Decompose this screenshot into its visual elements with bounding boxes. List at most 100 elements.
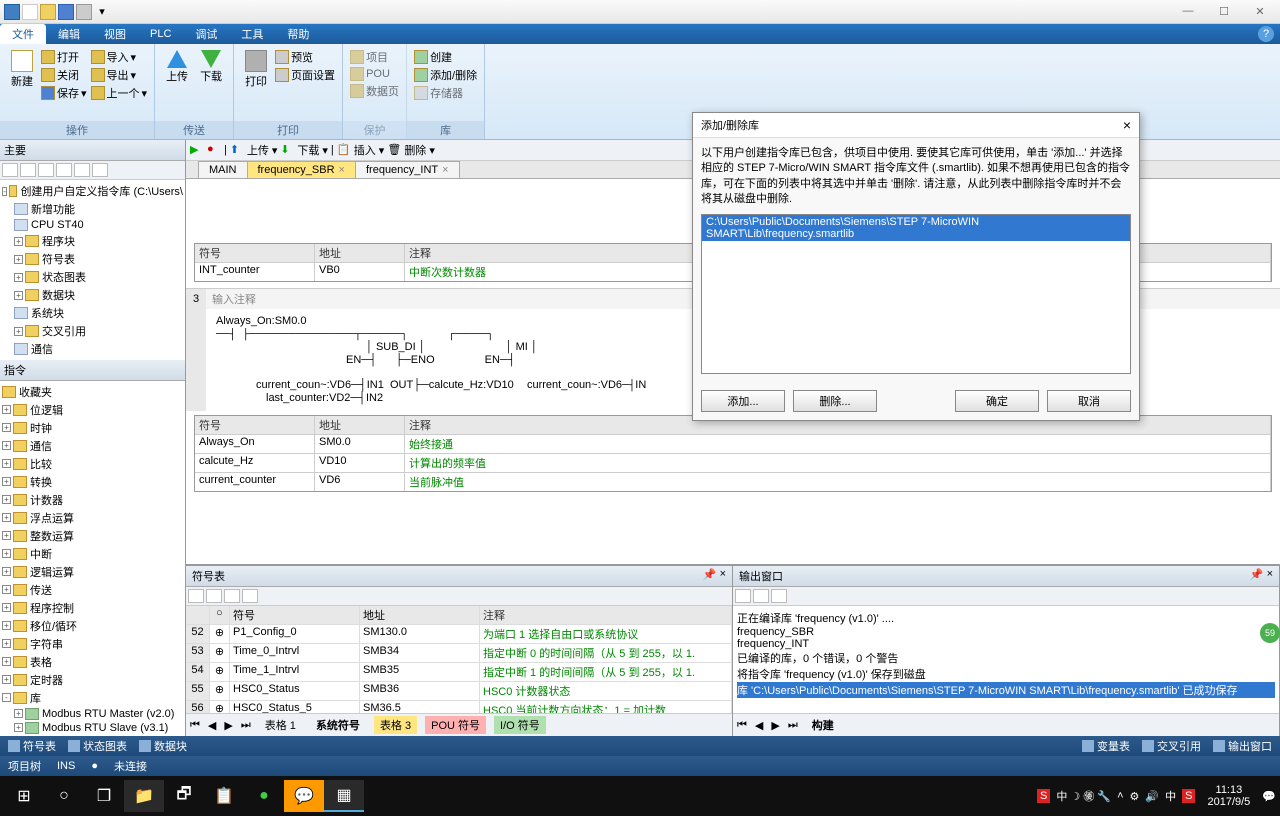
tree-item[interactable]: 库 xyxy=(30,690,41,706)
browser-icon[interactable]: ● xyxy=(244,780,284,812)
sbtool-icon[interactable] xyxy=(56,163,72,177)
menu-help[interactable]: 帮助 xyxy=(275,24,321,44)
app-task-icon[interactable]: ▦ xyxy=(324,780,364,812)
pin-icon[interactable]: 📌 xyxy=(703,568,717,584)
close-icon[interactable]: × xyxy=(442,164,448,176)
tree-item[interactable]: 中断 xyxy=(30,546,52,562)
tree-item[interactable]: 交叉引用 xyxy=(42,323,86,339)
minimize-button[interactable]: — xyxy=(1172,5,1204,18)
nav-next-icon[interactable]: ▶ xyxy=(771,719,779,732)
tree-item[interactable]: 移位/循环 xyxy=(30,618,77,634)
save-button[interactable]: 保存▾ xyxy=(40,84,88,102)
tree-item[interactable]: 定时器 xyxy=(30,672,63,688)
run-icon[interactable]: ▶ xyxy=(190,143,204,157)
menu-debug[interactable]: 调试 xyxy=(183,24,229,44)
menu-file[interactable]: 文件 xyxy=(0,24,46,44)
tree-lib[interactable]: Modbus RTU Master (v2.0) xyxy=(42,708,174,720)
help-icon[interactable]: ? xyxy=(1258,26,1274,42)
clock[interactable]: 11:132017/9/5 xyxy=(1201,784,1256,808)
import-button[interactable]: 导入▾ xyxy=(90,48,149,66)
tree-item[interactable]: 程序块 xyxy=(42,233,75,249)
close-icon[interactable]: × xyxy=(339,164,345,176)
down-icon[interactable]: ⬇ xyxy=(280,143,294,157)
btab[interactable]: 数据块 xyxy=(139,738,187,754)
tree-item[interactable]: 计数器 xyxy=(30,492,63,508)
create-lib-button[interactable]: 创建 xyxy=(413,48,478,66)
btab[interactable]: 符号表 xyxy=(8,738,56,754)
up-icon[interactable]: ⬆ xyxy=(230,143,244,157)
preview-button[interactable]: 预览 xyxy=(274,48,336,66)
foot-tab[interactable]: 表格 1 xyxy=(259,716,302,734)
nav-last-icon[interactable]: ⏭ xyxy=(241,719,251,732)
tree-item[interactable]: CPU ST40 xyxy=(31,219,84,231)
pagesetup-button[interactable]: 页面设置 xyxy=(274,66,336,84)
wechat-icon[interactable]: 💬 xyxy=(284,780,324,812)
sbtool-icon[interactable] xyxy=(20,163,36,177)
tree-item[interactable]: 字符串 xyxy=(30,636,63,652)
ime2-text[interactable]: 中 xyxy=(1165,788,1176,804)
close-icon[interactable]: × xyxy=(1267,568,1273,584)
tree-lib[interactable]: Modbus RTU Slave (v3.1) xyxy=(42,722,168,734)
btab[interactable]: 输出窗口 xyxy=(1213,738,1272,754)
taskview-icon[interactable]: ❐ xyxy=(84,780,124,812)
volume-icon[interactable]: 🔊 xyxy=(1145,790,1159,803)
menu-edit[interactable]: 编辑 xyxy=(46,24,92,44)
qat-save-icon[interactable] xyxy=(58,4,74,20)
stop-icon[interactable]: ● xyxy=(207,143,221,157)
symbol-table[interactable]: ○符号地址注释 52⊕P1_Config_0SM130.0为端口 1 选择自由口… xyxy=(186,606,732,713)
upload-button[interactable]: 上传 xyxy=(161,48,193,86)
tree-item[interactable]: 新增功能 xyxy=(31,201,75,217)
add-button[interactable]: 添加... xyxy=(701,390,785,412)
tree-item[interactable]: 数据块 xyxy=(42,287,75,303)
ptool-icon[interactable] xyxy=(224,589,240,603)
sogou-icon[interactable]: S xyxy=(1182,789,1195,803)
tree-item[interactable]: 时钟 xyxy=(30,420,52,436)
print-button[interactable]: 打印 xyxy=(240,48,272,91)
btab[interactable]: 交叉引用 xyxy=(1142,738,1201,754)
tree-item[interactable]: 整数运算 xyxy=(30,528,74,544)
tree-item[interactable]: 位逻辑 xyxy=(30,402,63,418)
foot-tab[interactable]: I/O 符号 xyxy=(494,716,546,734)
qat-open-icon[interactable] xyxy=(40,4,56,20)
nav-first-icon[interactable]: ⏮ xyxy=(190,719,200,732)
download-button[interactable]: 下载 xyxy=(195,48,227,86)
export-button[interactable]: 导出▾ xyxy=(90,66,149,84)
tree-item[interactable]: 系统块 xyxy=(31,305,64,321)
explorer-icon[interactable]: 📁 xyxy=(124,780,164,812)
nav-next-icon[interactable]: ▶ xyxy=(224,719,232,732)
foot-tab[interactable]: POU 符号 xyxy=(425,716,486,734)
ptool-icon[interactable] xyxy=(735,589,751,603)
foot-tab[interactable]: 表格 3 xyxy=(374,716,417,734)
ime-icon[interactable]: S xyxy=(1037,789,1050,803)
sbtool-icon[interactable] xyxy=(2,163,18,177)
pin-icon[interactable]: 📌 xyxy=(1250,568,1264,584)
dialog-close-icon[interactable]: × xyxy=(1123,117,1131,133)
ptool-icon[interactable] xyxy=(771,589,787,603)
tray-up-icon[interactable]: ˄ xyxy=(1117,790,1123,802)
del-icon[interactable]: 🗑 xyxy=(387,143,401,157)
menu-tools[interactable]: 工具 xyxy=(229,24,275,44)
tab-freq-int[interactable]: frequency_INT× xyxy=(355,161,460,178)
tree-item[interactable]: 转换 xyxy=(30,474,52,490)
start-button[interactable]: ⊞ xyxy=(4,780,44,812)
nav-prev-icon[interactable]: ◀ xyxy=(208,719,216,732)
project-tree[interactable]: -创建用户自定义指令库 (C:\Users\ 新增功能 CPU ST40 +程序… xyxy=(0,180,185,360)
maximize-button[interactable]: ☐ xyxy=(1208,5,1240,18)
close-button-rb[interactable]: 关闭 xyxy=(40,66,88,84)
ime-text[interactable]: 中 ☽ ㊝ 🔧 xyxy=(1056,788,1111,804)
tray-icon[interactable]: ⚙ xyxy=(1130,790,1140,803)
prev-button[interactable]: 上一个▾ xyxy=(90,84,149,102)
qat-print-icon[interactable] xyxy=(76,4,92,20)
tree-item[interactable]: 收藏夹 xyxy=(19,384,52,400)
instruction-tree[interactable]: 收藏夹 +位逻辑 +时钟 +通信 +比较 +转换 +计数器 +浮点运算 +整数运… xyxy=(0,381,185,736)
tree-item[interactable]: 通信 xyxy=(30,438,52,454)
qat-new-icon[interactable] xyxy=(22,4,38,20)
notification-icon[interactable]: 💬 xyxy=(1262,790,1276,803)
tree-item[interactable]: 逻辑运算 xyxy=(30,564,74,580)
tab-freq-sbr[interactable]: frequency_SBR× xyxy=(247,161,356,178)
sbtool-icon[interactable] xyxy=(38,163,54,177)
taskbar-app-icon[interactable]: 🗗 xyxy=(164,780,204,812)
ptool-icon[interactable] xyxy=(242,589,258,603)
nav-first-icon[interactable]: ⏮ xyxy=(737,719,747,732)
qat-dropdown-icon[interactable]: ▾ xyxy=(94,4,110,20)
